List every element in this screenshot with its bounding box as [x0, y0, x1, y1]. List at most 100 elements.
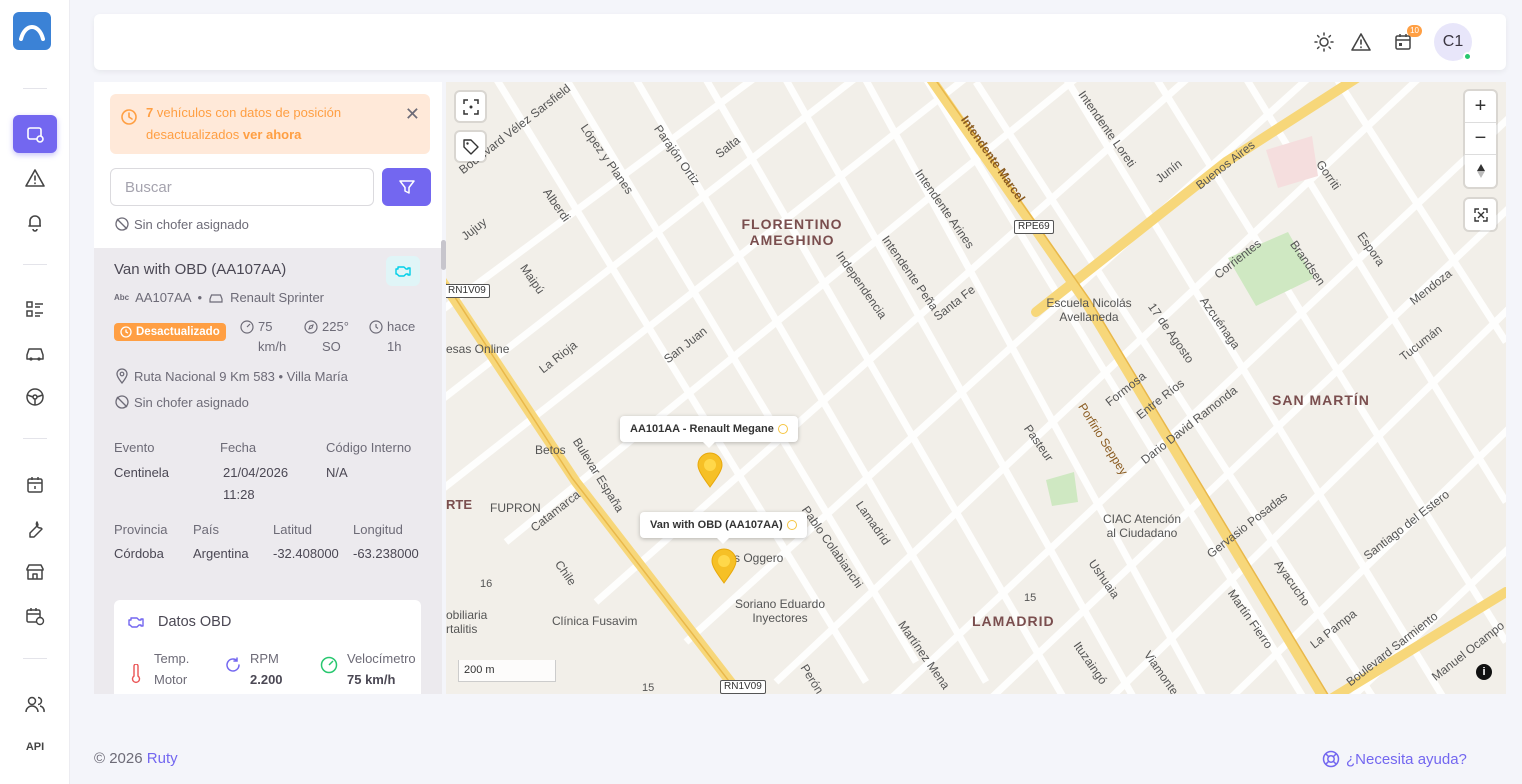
- vehicle-marker-pin[interactable]: [710, 548, 738, 584]
- sidebar-item-calendar[interactable]: [13, 466, 57, 504]
- search-input[interactable]: [110, 168, 374, 206]
- alert-text: 7 vehículos con datos de posición desact…: [146, 102, 376, 146]
- vehicle-popup[interactable]: AA101AA - Renault Megane: [620, 416, 798, 448]
- no-driver-icon: [115, 217, 129, 231]
- sidebar-item-api[interactable]: API: [13, 728, 57, 766]
- bell-icon: [28, 215, 41, 232]
- status-badge: Desactualizado: [114, 323, 226, 341]
- rpm-value: 2.200: [250, 672, 283, 687]
- latitud-value: -32.408000: [273, 546, 339, 561]
- road-shield: RPE69: [1014, 220, 1054, 234]
- clock-icon: [786, 520, 797, 530]
- obd-title: Datos OBD: [158, 614, 232, 630]
- speedometer-icon: [320, 656, 338, 674]
- notification-count-badge: 10: [1407, 25, 1422, 37]
- calendar-clock-icon: [26, 608, 45, 626]
- engine-icon: [395, 266, 411, 277]
- poi-label: Soriano Eduardo Inyectores: [734, 597, 826, 625]
- labels-toggle-button[interactable]: [456, 132, 485, 161]
- district-label: FLORENTINO AMEGHINO: [741, 216, 843, 248]
- alert-triangle-icon: [25, 169, 45, 187]
- vehicle-card[interactable]: Van with OBD (AA107AA) Abc AA107AA • Ren…: [94, 248, 442, 694]
- rpm-label: RPM: [250, 651, 279, 666]
- map-view[interactable]: FLORENTINO AMEGHINO SAN MARTÍN LAMADRID …: [446, 82, 1506, 694]
- obd-header: Datos OBD: [126, 614, 231, 630]
- poi-label: Betos: [535, 443, 566, 457]
- status-label: Desactualizado: [136, 326, 220, 338]
- filter-button[interactable]: [382, 168, 431, 206]
- sidebar-item-stores[interactable]: [13, 553, 57, 591]
- district-label: LAMADRID: [972, 613, 1055, 629]
- speed-stat: 75 km/h: [240, 317, 300, 357]
- evento-value: Centinela: [114, 465, 169, 480]
- pais-label: País: [193, 522, 220, 537]
- speedometer-stat: Velocímetro 75 km/h: [347, 648, 416, 690]
- fit-bounds-button[interactable]: [456, 92, 485, 121]
- district-label: SAN MARTÍN: [1272, 392, 1370, 408]
- time-value: hace 1h: [387, 319, 416, 354]
- location-text: Ruta Nacional 9 Km 583 • Villa María: [134, 368, 348, 384]
- close-icon[interactable]: ✕: [405, 104, 420, 125]
- copyright-text: © 2026: [94, 750, 147, 767]
- sidebar-item-schedule[interactable]: [13, 597, 57, 635]
- help-text: ¿Necesita ayuda?: [1346, 750, 1467, 768]
- sidebar-item-maintenance[interactable]: [13, 510, 57, 548]
- obd-engine-button[interactable]: [386, 256, 420, 286]
- no-driver-label: Sin chofer asignado: [134, 216, 249, 232]
- vehicle-location: Ruta Nacional 9 Km 583 • Villa María: [114, 368, 348, 384]
- help-link[interactable]: ¿Necesita ayuda?: [1322, 750, 1467, 768]
- longitud-label: Longitud: [353, 522, 403, 537]
- poi-label: Clínica Fusavim: [552, 614, 638, 628]
- vehicle-plate: AA107AA: [135, 290, 192, 305]
- calendar-notifications-button[interactable]: 10: [1392, 25, 1422, 53]
- theme-toggle-button[interactable]: [1313, 31, 1335, 53]
- clock-icon: [120, 326, 132, 338]
- alert-triangle-icon: [1351, 33, 1371, 51]
- view-now-link[interactable]: ver ahora: [243, 127, 302, 142]
- speedometer-value: 75 km/h: [347, 672, 396, 687]
- alerts-button[interactable]: [1350, 31, 1372, 53]
- reset-north-button[interactable]: [1465, 155, 1496, 187]
- minus-icon: −: [1474, 127, 1487, 149]
- sidebar-item-vehicles[interactable]: [13, 334, 57, 372]
- zoom-in-button[interactable]: +: [1465, 91, 1496, 123]
- user-avatar[interactable]: C1: [1434, 23, 1472, 61]
- sidebar-item-alerts[interactable]: [13, 159, 57, 197]
- attribution-info-icon[interactable]: i: [1476, 664, 1492, 680]
- app-logo[interactable]: [13, 12, 51, 50]
- poi-label: CIAC Atención al Ciudadano: [1102, 512, 1182, 540]
- sidebar-item-tracking[interactable]: [13, 115, 57, 153]
- bus-stop-number: 16: [480, 578, 493, 590]
- tag-icon: [462, 138, 479, 155]
- fullscreen-button[interactable]: [1465, 199, 1496, 230]
- sidebar-item-notifications[interactable]: [13, 203, 57, 241]
- vehicle-driver: Sin chofer asignado: [114, 394, 249, 410]
- online-status-dot: [1463, 52, 1472, 61]
- focus-icon: [462, 98, 479, 115]
- latitud-label: Latitud: [273, 522, 313, 537]
- fecha-value: 21/04/2026 11:28: [223, 465, 289, 502]
- map-base-layer: [446, 82, 1506, 694]
- poi-label: RTE: [446, 497, 472, 512]
- vehicle-marker-pin[interactable]: [696, 452, 724, 488]
- time-stat: hace 1h: [369, 317, 429, 357]
- clock-icon: [121, 109, 137, 125]
- rpm-stat: RPM 2.200: [250, 648, 283, 690]
- obd-data-card: Datos OBD Temp. Motor RPM 2.200 Velocímet…: [114, 600, 421, 694]
- popup-label: Van with OBD (AA107AA): [650, 519, 783, 531]
- sidebar-divider: [23, 88, 47, 89]
- vehicle-meta: Abc AA107AA • Renault Sprinter: [114, 290, 324, 305]
- sidebar-item-users[interactable]: [13, 685, 57, 723]
- temp-label: Temp. Motor: [154, 651, 190, 687]
- users-icon: [25, 696, 45, 713]
- plate-icon: Abc: [114, 293, 130, 302]
- sidebar-item-list[interactable]: [13, 290, 57, 328]
- vehicle-popup[interactable]: Van with OBD (AA107AA): [640, 512, 807, 544]
- codigo-label: Código Interno: [326, 440, 412, 455]
- sidebar-item-drivers[interactable]: [13, 378, 57, 416]
- no-driver-filter[interactable]: Sin chofer asignado: [114, 216, 249, 232]
- zoom-out-button[interactable]: −: [1465, 123, 1496, 155]
- list-icon: [26, 301, 43, 317]
- brand-link[interactable]: Ruty: [147, 750, 178, 767]
- vehicle-tracking-icon: [27, 127, 44, 143]
